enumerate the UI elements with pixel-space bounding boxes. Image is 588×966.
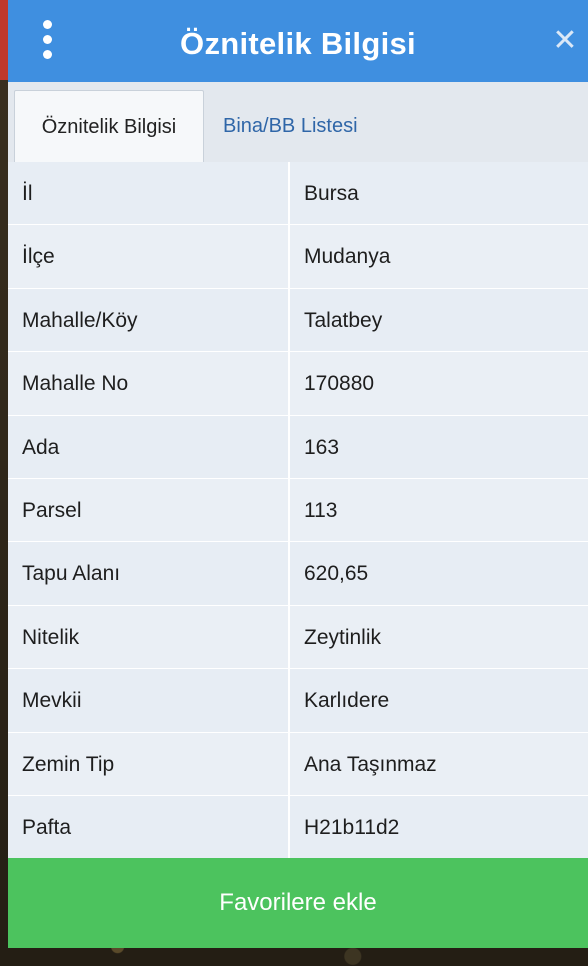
table-row: İl Bursa bbox=[8, 162, 588, 226]
table-row: Mevkii Karlıdere bbox=[8, 669, 588, 733]
column-divider bbox=[288, 542, 290, 605]
row-value: Talatbey bbox=[304, 308, 383, 332]
close-icon[interactable]: ✕ bbox=[550, 26, 580, 56]
row-label: Pafta bbox=[22, 815, 72, 839]
row-value: H21b11d2 bbox=[304, 815, 400, 839]
row-value: Ana Taşınmaz bbox=[304, 752, 437, 776]
row-label: İlçe bbox=[22, 245, 55, 269]
table-row: Pafta H21b11d2 bbox=[8, 795, 588, 860]
row-label: İl bbox=[22, 182, 33, 205]
table-row: Mahalle No 170880 bbox=[8, 352, 588, 416]
column-divider bbox=[288, 478, 290, 542]
row-label: Zemin Tip bbox=[22, 752, 115, 776]
tab-bar: Öznitelik Bilgisi Bina/BB Listesi bbox=[8, 82, 588, 164]
row-label: Mevkii bbox=[22, 689, 82, 713]
column-divider bbox=[288, 288, 290, 352]
table-row: Zemin Tip Ana Taşınmaz bbox=[8, 732, 588, 796]
column-divider bbox=[288, 669, 290, 732]
column-divider bbox=[288, 605, 290, 669]
column-divider bbox=[288, 162, 290, 225]
row-value: Mudanya bbox=[304, 245, 391, 269]
row-value: Karlıdere bbox=[304, 689, 390, 713]
attribute-dialog: Öznitelik Bilgisi ✕ Öznitelik Bilgisi Bi… bbox=[8, 0, 588, 948]
table-row: Tapu Alanı 620,65 bbox=[8, 542, 588, 606]
table-row: İlçe Mudanya bbox=[8, 225, 588, 289]
row-value: 170880 bbox=[304, 372, 375, 396]
row-label: Mahalle No bbox=[22, 372, 129, 396]
column-divider bbox=[288, 352, 290, 415]
map-edge bbox=[0, 0, 8, 80]
row-label: Parsel bbox=[22, 498, 82, 522]
add-to-favorites-button[interactable]: Favorilere ekle bbox=[8, 858, 588, 948]
tab-attribute-info[interactable]: Öznitelik Bilgisi bbox=[14, 90, 204, 164]
attribute-table: İl Bursa İlçe Mudanya Mahalle/Köy Talatbey Mah… bbox=[8, 162, 588, 860]
row-value: 113 bbox=[304, 498, 338, 522]
row-label: Ada bbox=[22, 435, 60, 459]
table-row: Nitelik Zeytinlik bbox=[8, 605, 588, 670]
column-divider bbox=[288, 795, 290, 859]
column-divider bbox=[288, 225, 290, 288]
tab-building-list[interactable]: Bina/BB Listesi bbox=[223, 90, 358, 162]
dialog-title: Öznitelik Bilgisi bbox=[180, 26, 416, 61]
row-value: Zeytinlik bbox=[304, 625, 382, 649]
column-divider bbox=[288, 732, 290, 795]
row-value: Bursa bbox=[304, 182, 359, 205]
row-value: 620,65 bbox=[304, 562, 369, 586]
table-row: Parsel 113 bbox=[8, 478, 588, 543]
row-label: Nitelik bbox=[22, 625, 80, 649]
row-label: Tapu Alanı bbox=[22, 562, 121, 586]
row-label: Mahalle/Köy bbox=[22, 308, 138, 332]
table-row: Ada 163 bbox=[8, 415, 588, 479]
row-value: 163 bbox=[304, 435, 340, 459]
column-divider bbox=[288, 415, 290, 478]
dialog-header: Öznitelik Bilgisi ✕ bbox=[8, 0, 588, 82]
table-row: Mahalle/Köy Talatbey bbox=[8, 288, 588, 353]
